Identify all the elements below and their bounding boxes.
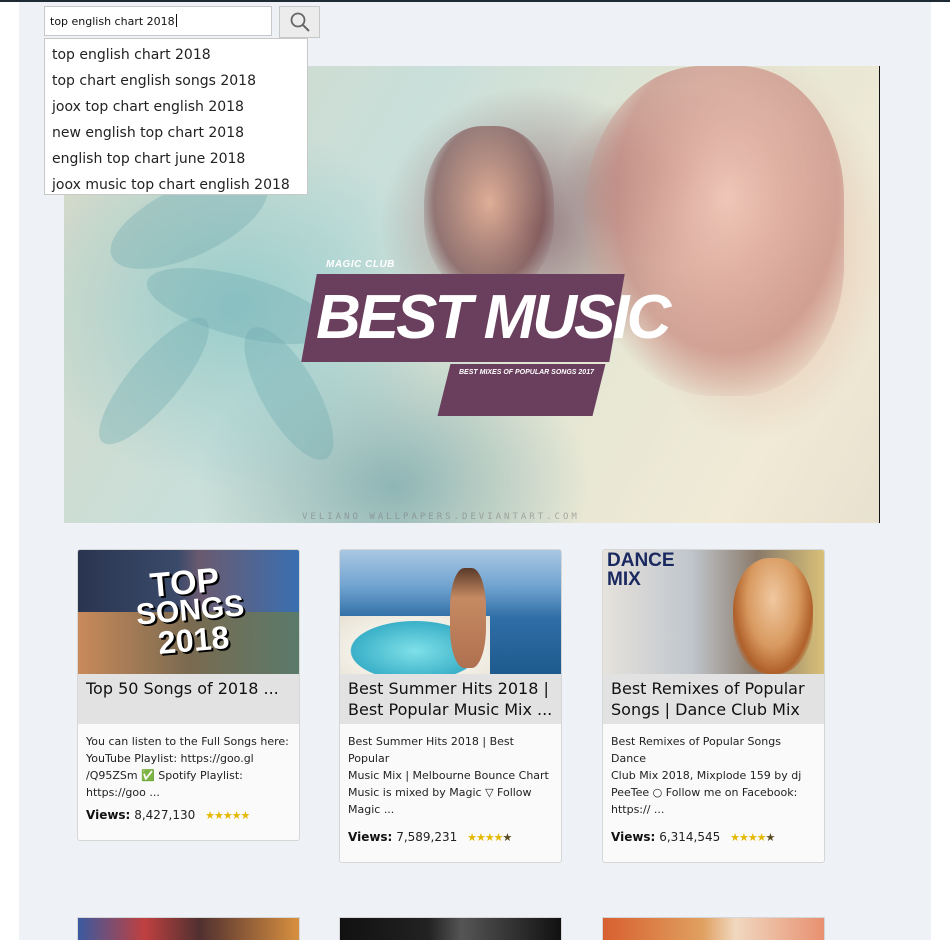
search-button[interactable]	[279, 6, 320, 38]
views-label: Views:	[611, 830, 656, 844]
video-card[interactable]: DANCE MIX Best Remixes of Popular Songs …	[602, 549, 825, 863]
views-count: 6,314,545	[659, 830, 721, 844]
search-input[interactable]: top english chart 2018	[44, 6, 272, 36]
video-title[interactable]: Best Remixes of Popular Songs | Dance Cl…	[603, 674, 824, 724]
thumbnail-decor	[733, 558, 813, 674]
video-views: Views: 7,589,231 ★★★★★	[348, 830, 512, 848]
video-card[interactable]	[602, 917, 825, 940]
banner-brand: MAGIC CLUB	[326, 259, 395, 270]
star-rating-icon: ★★★★★	[205, 809, 250, 822]
search-icon	[290, 12, 310, 32]
video-description: Best Summer Hits 2018 | Best Popular Mus…	[348, 735, 549, 816]
thumbnail-decor	[450, 568, 486, 668]
video-thumbnail[interactable]: TOP SONGS 2018	[78, 550, 299, 674]
star-rating-icon: ★★★★★	[467, 831, 512, 844]
views-count: 7,589,231	[396, 830, 458, 844]
search-input-value: top english chart 2018	[50, 15, 175, 28]
thumbnail-text: 2018	[156, 618, 231, 662]
video-thumbnail[interactable]: DANCE MIX	[603, 550, 824, 674]
views-label: Views:	[86, 808, 131, 822]
thumbnail-text: MIX	[607, 569, 641, 590]
star-rating-icon: ★★★★★	[730, 831, 775, 844]
video-views: Views: 6,314,545 ★★★★★	[611, 830, 775, 848]
banner-portrait	[424, 126, 554, 296]
video-card[interactable]: Best Summer Hits 2018 | Best Popular Mus…	[339, 549, 562, 863]
video-card[interactable]	[77, 917, 300, 940]
suggestion-item[interactable]: top english chart 2018	[45, 42, 307, 68]
video-views: Views: 8,427,130 ★★★★★	[86, 808, 250, 826]
banner-subtitle: BEST MIXES OF POPULAR SONGS 2017	[459, 369, 594, 376]
suggestion-item[interactable]: top chart english songs 2018	[45, 68, 307, 94]
banner-decor	[83, 303, 225, 459]
banner-title: BEST MUSIC	[316, 283, 671, 352]
text-caret	[175, 14, 177, 27]
video-card[interactable]: TOP SONGS 2018 Top 50 Songs of 2018 ... …	[77, 549, 300, 841]
suggestion-item[interactable]: joox music top chart english 2018	[45, 172, 307, 198]
views-count: 8,427,130	[134, 808, 196, 822]
suggestion-item[interactable]: joox top chart english 2018	[45, 94, 307, 120]
video-card[interactable]	[339, 917, 562, 940]
views-label: Views:	[348, 830, 393, 844]
suggestion-item[interactable]: new english top chart 2018	[45, 120, 307, 146]
suggestion-item[interactable]: english top chart june 2018	[45, 146, 307, 172]
video-description: Best Remixes of Popular Songs Dance Club…	[611, 735, 802, 816]
video-title[interactable]: Top 50 Songs of 2018 ...	[78, 674, 299, 724]
banner-watermark: VELIANO WALLPAPERS.DEVIANTART.COM	[302, 512, 580, 522]
video-thumbnail[interactable]	[340, 550, 561, 674]
video-description: You can listen to the Full Songs here: Y…	[86, 735, 289, 799]
video-title[interactable]: Best Summer Hits 2018 | Best Popular Mus…	[340, 674, 561, 724]
search-suggestions: top english chart 2018 top chart english…	[44, 38, 308, 195]
